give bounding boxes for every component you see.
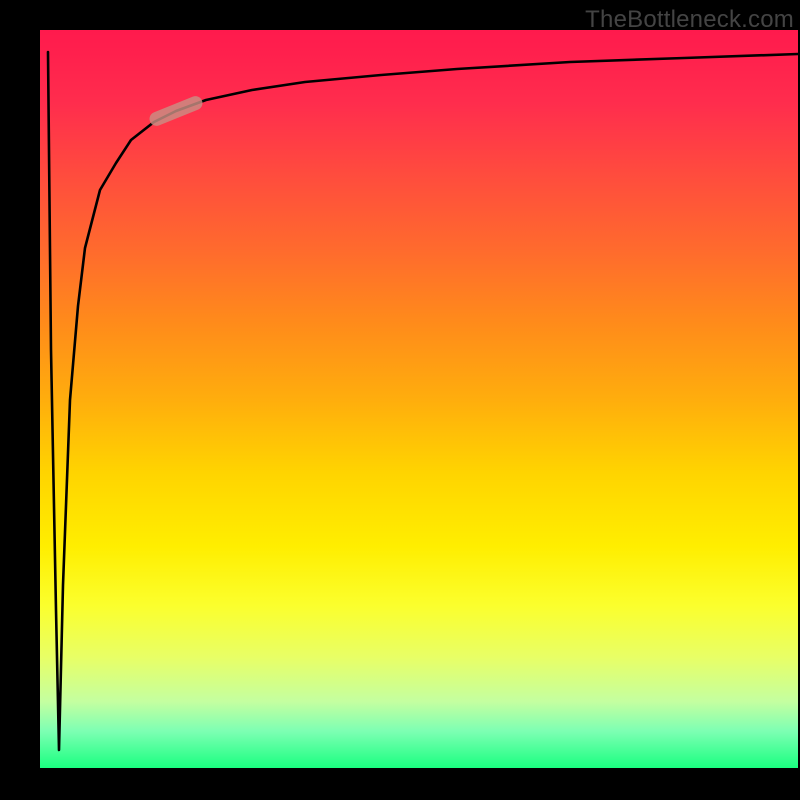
chart-svg — [40, 30, 798, 768]
watermark: TheBottleneck.com — [585, 6, 794, 34]
chart-container: TheBottleneck.com — [0, 0, 800, 800]
highlight-marker — [147, 94, 204, 128]
bottleneck-curve — [48, 52, 798, 750]
